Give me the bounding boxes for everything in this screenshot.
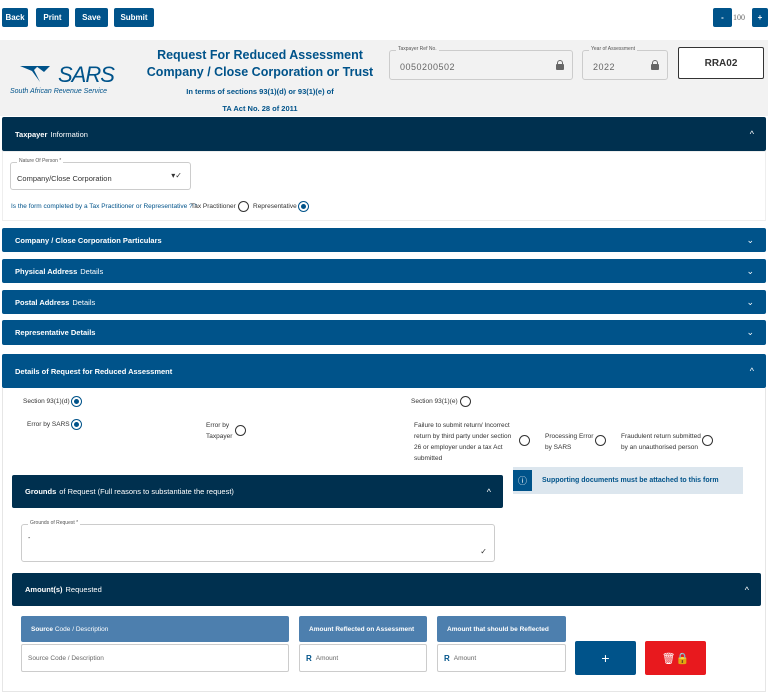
lock-icon (556, 60, 564, 70)
section-amounts-requested[interactable]: Amount(s) Requested ^ (12, 573, 761, 606)
section-93-1-e-radio[interactable] (460, 396, 471, 407)
section-93-1-d-label: Section 93(1)(d) (23, 398, 70, 405)
col-amount-should-be: Amount that should be Reflected (437, 616, 566, 642)
failure-to-submit-radio[interactable] (519, 435, 530, 446)
info-icon: ⓘ (513, 470, 532, 491)
fraudulent-return-label: Fraudulent return submitted by an unauth… (621, 433, 701, 451)
error-by-sars-radio[interactable] (71, 419, 82, 430)
delete-row-button[interactable]: 🗑🔒 (645, 641, 706, 675)
nature-of-person-select[interactable]: Nature Of Person * Company/Close Corpora… (10, 158, 191, 190)
col-amount-reflected: Amount Reflected on Assessment (299, 616, 427, 642)
form-subtitle: In terms of sections 93(1)(d) or 93(1)(e… (186, 87, 334, 96)
tax-practitioner-radio[interactable] (238, 201, 249, 212)
representative-radio[interactable] (298, 201, 309, 212)
representative-question: Is the form completed by a Tax Practitio… (11, 203, 197, 210)
lock-icon (651, 60, 659, 70)
tax-practitioner-label: Tax Practitioner (191, 203, 236, 210)
info-message: ⓘ Supporting documents must be attached … (513, 467, 743, 494)
chevron-down-icon: ⌄ (746, 327, 754, 337)
zoom-level: 100 (733, 13, 745, 22)
error-by-taxpayer-radio[interactable] (235, 425, 246, 436)
chevron-up-icon: ^ (749, 366, 754, 376)
year-of-assessment-field: Year of Assessment 2022 (582, 46, 668, 80)
representative-label: Representative (253, 203, 297, 210)
amount-reflected-input[interactable]: R Amount (299, 644, 427, 672)
section-details-of-request[interactable]: Details of Request for Reduced Assessmen… (2, 354, 766, 388)
sars-logo: SARS South African Revenue Service (10, 62, 115, 95)
failure-to-submit-label: Failure to submit return/ Incorrect retu… (414, 422, 512, 462)
section-representative-details[interactable]: Representative Details ⌄ (2, 320, 766, 345)
error-by-taxpayer-label: Error by Taxpayer (206, 422, 233, 440)
section-93-1-d-radio[interactable] (71, 396, 82, 407)
amount-should-be-input[interactable]: R Amount (437, 644, 566, 672)
chevron-up-icon: ^ (749, 129, 754, 139)
chevron-down-icon: ⌄ (746, 265, 754, 276)
trash-lock-icon: 🗑🔒 (661, 652, 690, 665)
grounds-of-request-textarea[interactable]: Grounds of Request * - ✓ (21, 520, 495, 562)
section-93-1-e-label: Section 93(1)(e) (411, 398, 458, 405)
print-button[interactable]: Print (36, 8, 69, 27)
check-icon: ✓ (480, 547, 487, 556)
form-title-line2: Company / Close Corporation or Trust (146, 65, 374, 79)
processing-error-label: Processing Error by SARS (545, 433, 594, 451)
zoom-out-button[interactable]: - (713, 8, 732, 27)
section-physical-address[interactable]: Physical Address Details ⌄ (2, 259, 766, 283)
form-code: RRA02 (678, 47, 764, 79)
processing-error-radio[interactable] (595, 435, 606, 446)
save-button[interactable]: Save (75, 8, 108, 27)
form-subtitle-2: TA Act No. 28 of 2011 (222, 104, 298, 113)
section-postal-address[interactable]: Postal Address Details ⌄ (2, 290, 766, 314)
section-taxpayer-information[interactable]: Taxpayer Information ^ (2, 117, 766, 151)
back-button[interactable]: Back (2, 8, 28, 27)
form-title: Request For Reduced Assessment (157, 48, 363, 62)
error-by-sars-label: Error by SARS (27, 421, 70, 428)
chevron-up-icon: ^ (744, 584, 749, 595)
dropdown-check-icon: ▾✓ (171, 171, 182, 180)
section-company-particulars[interactable]: Company / Close Corporation Particulars ⌄ (2, 228, 766, 252)
submit-button[interactable]: Submit (114, 8, 154, 27)
chevron-up-icon: ^ (486, 486, 491, 497)
chevron-down-icon: ⌄ (746, 234, 754, 245)
source-code-input[interactable]: Source Code / Description (21, 644, 289, 672)
fraudulent-return-radio[interactable] (702, 435, 713, 446)
chevron-down-icon: ⌄ (746, 296, 754, 307)
section-grounds-of-request[interactable]: Grounds of Request (Full reasons to subst… (12, 475, 503, 508)
taxpayer-ref-field: Taxpayer Ref No. 0050200502 (389, 46, 573, 80)
col-source-code: Source Code / Description (21, 616, 289, 642)
zoom-in-button[interactable]: + (752, 8, 768, 27)
add-row-button[interactable]: + (575, 641, 636, 675)
